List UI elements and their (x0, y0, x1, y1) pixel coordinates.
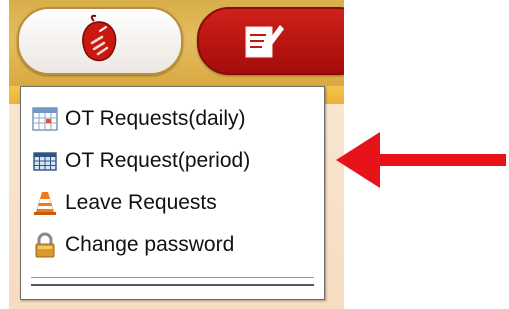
red-arrow-annotation (336, 132, 506, 188)
menu-separator (31, 277, 314, 278)
menu-item-label: OT Request(period) (65, 149, 251, 172)
menu-item-leave-requests[interactable]: Leave Requests (21, 184, 324, 222)
context-menu: OT Requests(daily) OT Request(period) Le… (20, 86, 325, 300)
menu-separator (31, 284, 314, 286)
mouse-button[interactable] (17, 7, 183, 75)
edit-document-icon (245, 25, 284, 58)
menu-item-label: Change password (65, 233, 235, 256)
menu-item-ot-requests-daily[interactable]: OT Requests(daily) (21, 100, 324, 138)
calendar-icon (32, 107, 58, 131)
mouse-click-icon (82, 14, 117, 62)
menu-item-label: OT Requests(daily) (65, 107, 246, 130)
traffic-cone-icon (34, 192, 56, 215)
edit-button[interactable] (197, 7, 344, 75)
grid-calendar-icon (33, 152, 57, 171)
menu-item-label: Leave Requests (65, 191, 217, 214)
menu-item-change-password[interactable]: Change password (21, 226, 324, 264)
arrow-shape (336, 132, 506, 188)
padlock-icon (35, 232, 55, 258)
menu-item-ot-request-period[interactable]: OT Request(period) (21, 142, 324, 180)
